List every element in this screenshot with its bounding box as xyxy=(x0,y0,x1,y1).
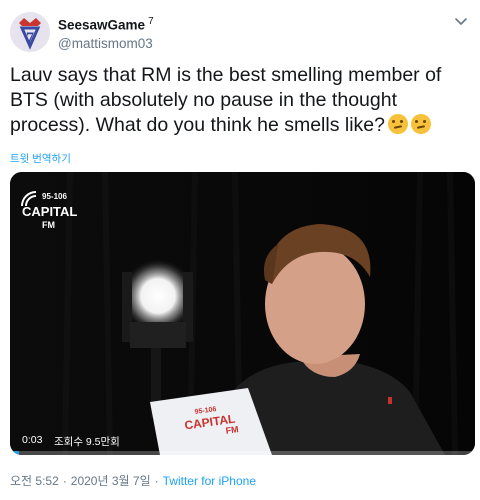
handle[interactable]: @mattismom03 xyxy=(58,35,154,53)
display-name-suffix: 7 xyxy=(148,16,154,27)
tweet-time[interactable]: 오전 5:52 xyxy=(10,474,59,488)
logo-capital: CAPITAL xyxy=(22,204,77,219)
video-player[interactable]: 95-106 CAPITAL FM 95-106 CAPITAL FM 0:03… xyxy=(10,172,475,455)
card-logo: 95-106 CAPITAL FM xyxy=(184,406,240,436)
thinking-face-icon xyxy=(388,114,408,134)
tweet: 7 SeesawGame 7 @mattismom03 Lauv says tha… xyxy=(0,0,480,500)
svg-text:7: 7 xyxy=(26,30,34,47)
translate-link[interactable]: 트윗 번역하기 xyxy=(10,151,71,166)
video-progress-fill xyxy=(10,451,20,455)
avatar-image: 7 xyxy=(10,12,50,52)
meta-separator: · xyxy=(154,474,159,488)
author-block: SeesawGame 7 @mattismom03 xyxy=(58,13,154,53)
video-view-count: 조회수 9.5만회 xyxy=(54,436,120,448)
tweet-text: Lauv says that RM is the best smelling m… xyxy=(10,63,470,138)
video-time: 0:03 xyxy=(22,434,43,446)
capital-fm-logo: 95-106 CAPITAL FM xyxy=(21,191,77,230)
video-progress-bar[interactable] xyxy=(10,451,475,455)
logo-frequency: 95-106 xyxy=(42,192,67,201)
display-name[interactable]: SeesawGame 7 xyxy=(58,13,154,35)
card-logo-fm: FM xyxy=(225,424,239,436)
avatar[interactable]: 7 xyxy=(10,12,50,52)
tweet-text-content: Lauv says that RM is the best smelling m… xyxy=(10,64,442,136)
meta-separator: · xyxy=(62,474,67,488)
logo-fm: FM xyxy=(42,220,55,230)
tweet-date[interactable]: 2020년 3월 7일 xyxy=(71,474,151,488)
chevron-down-icon[interactable] xyxy=(454,14,468,28)
thinking-face-icon xyxy=(411,114,431,134)
tweet-meta: 오전 5:52 · 2020년 3월 7일 · Twitter for iPhone xyxy=(10,472,256,489)
tweet-source[interactable]: Twitter for iPhone xyxy=(163,474,256,488)
